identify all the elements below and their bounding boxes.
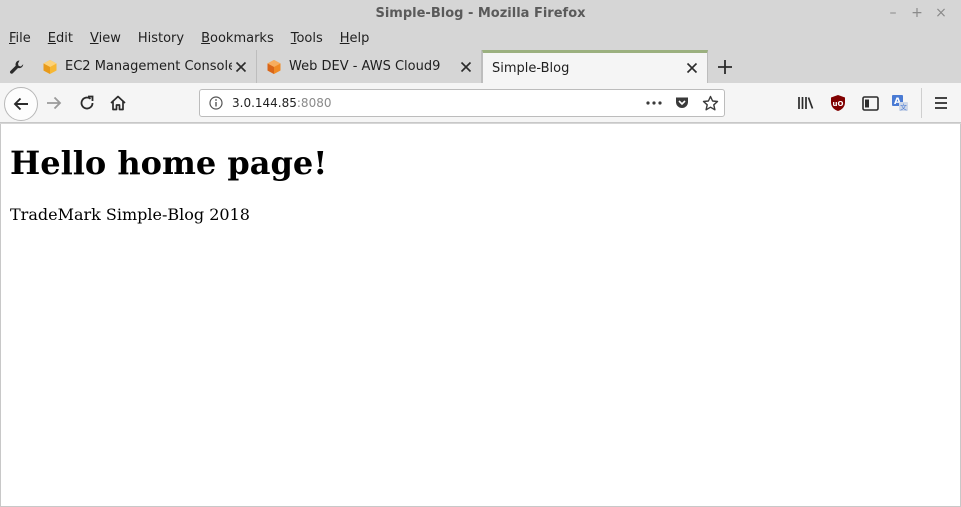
pocket-button[interactable] <box>668 95 696 111</box>
star-icon <box>702 95 718 110</box>
tools-wrench-button[interactable] <box>0 50 33 83</box>
home-icon <box>110 95 126 111</box>
close-icon <box>460 61 472 72</box>
cloud9-cube-icon <box>267 59 281 74</box>
home-button[interactable] <box>106 90 130 116</box>
tab-label: Web DEV - AWS Cloud9 <box>289 59 441 74</box>
window-controls: – + × <box>883 4 951 22</box>
new-tab-button[interactable] <box>708 50 741 83</box>
menu-file[interactable]: File <box>9 31 31 46</box>
toolbar-separator <box>921 88 922 118</box>
ublock-shield-icon: uO <box>831 95 845 111</box>
menu-tools[interactable]: Tools <box>291 31 323 46</box>
menu-edit[interactable]: Edit <box>48 31 73 46</box>
tab-label: EC2 Management Console <box>65 59 232 74</box>
menu-bookmarks[interactable]: Bookmarks <box>201 31 274 46</box>
menu-bar: File Edit View History Bookmarks Tools H… <box>0 27 961 49</box>
arrow-left-icon <box>13 97 28 111</box>
page-content: Hello home page! TradeMark Simple-Blog 2… <box>0 124 961 507</box>
menu-help[interactable]: Help <box>340 31 370 46</box>
minimize-button[interactable]: – <box>883 4 903 22</box>
tab-ec2-console[interactable]: EC2 Management Console <box>33 50 257 83</box>
reload-button[interactable] <box>75 90 99 116</box>
more-dots-icon <box>646 101 662 105</box>
close-window-button[interactable]: × <box>931 4 951 22</box>
site-info-button[interactable] <box>200 96 232 110</box>
tab-cloud9[interactable]: Web DEV - AWS Cloud9 <box>257 50 482 83</box>
window-titlebar: Simple-Blog - Mozilla Firefox – + × <box>0 0 961 27</box>
translate-icon: A 文 <box>892 95 908 112</box>
page-heading: Hello home page! <box>10 144 328 182</box>
navigation-toolbar: 3.0.144.85:8080 uO A 文 <box>0 83 961 123</box>
sidebar-icon <box>861 95 879 111</box>
pocket-icon <box>676 97 688 108</box>
page-actions-button[interactable] <box>640 101 668 105</box>
page-footer-text: TradeMark Simple-Blog 2018 <box>10 205 250 224</box>
maximize-button[interactable]: + <box>907 4 927 22</box>
close-icon <box>686 62 698 74</box>
translate-button[interactable]: A 文 <box>889 92 911 114</box>
wrench-icon <box>9 60 23 74</box>
arrow-right-icon <box>47 96 62 110</box>
library-icon <box>798 97 814 109</box>
bookmark-star-button[interactable] <box>696 95 724 112</box>
tab-label: Simple-Blog <box>492 60 570 76</box>
svg-text:文: 文 <box>900 103 907 112</box>
tab-strip: EC2 Management Console Web DEV - AWS Clo… <box>0 50 961 83</box>
library-button[interactable] <box>795 92 817 114</box>
menu-view[interactable]: View <box>90 31 121 46</box>
close-tab-button[interactable] <box>232 58 250 76</box>
back-button[interactable] <box>4 87 38 121</box>
menu-history[interactable]: History <box>138 31 184 46</box>
info-icon <box>209 96 223 110</box>
close-icon <box>235 61 247 72</box>
url-bar[interactable]: 3.0.144.85:8080 <box>199 89 725 117</box>
hamburger-menu-icon <box>935 97 947 109</box>
svg-text:uO: uO <box>833 100 844 108</box>
aws-box-icon <box>43 59 57 74</box>
tab-simple-blog[interactable]: Simple-Blog <box>482 50 708 83</box>
open-menu-button[interactable] <box>930 92 952 114</box>
window-title: Simple-Blog - Mozilla Firefox <box>375 6 586 21</box>
close-tab-button[interactable] <box>457 58 475 76</box>
url-text[interactable]: 3.0.144.85:8080 <box>232 96 640 110</box>
reload-icon <box>80 95 94 110</box>
forward-button[interactable] <box>42 90 66 116</box>
plus-icon <box>717 59 732 74</box>
sidebar-button[interactable] <box>859 92 881 114</box>
close-tab-button[interactable] <box>683 59 701 77</box>
ublock-origin-button[interactable]: uO <box>827 92 849 114</box>
